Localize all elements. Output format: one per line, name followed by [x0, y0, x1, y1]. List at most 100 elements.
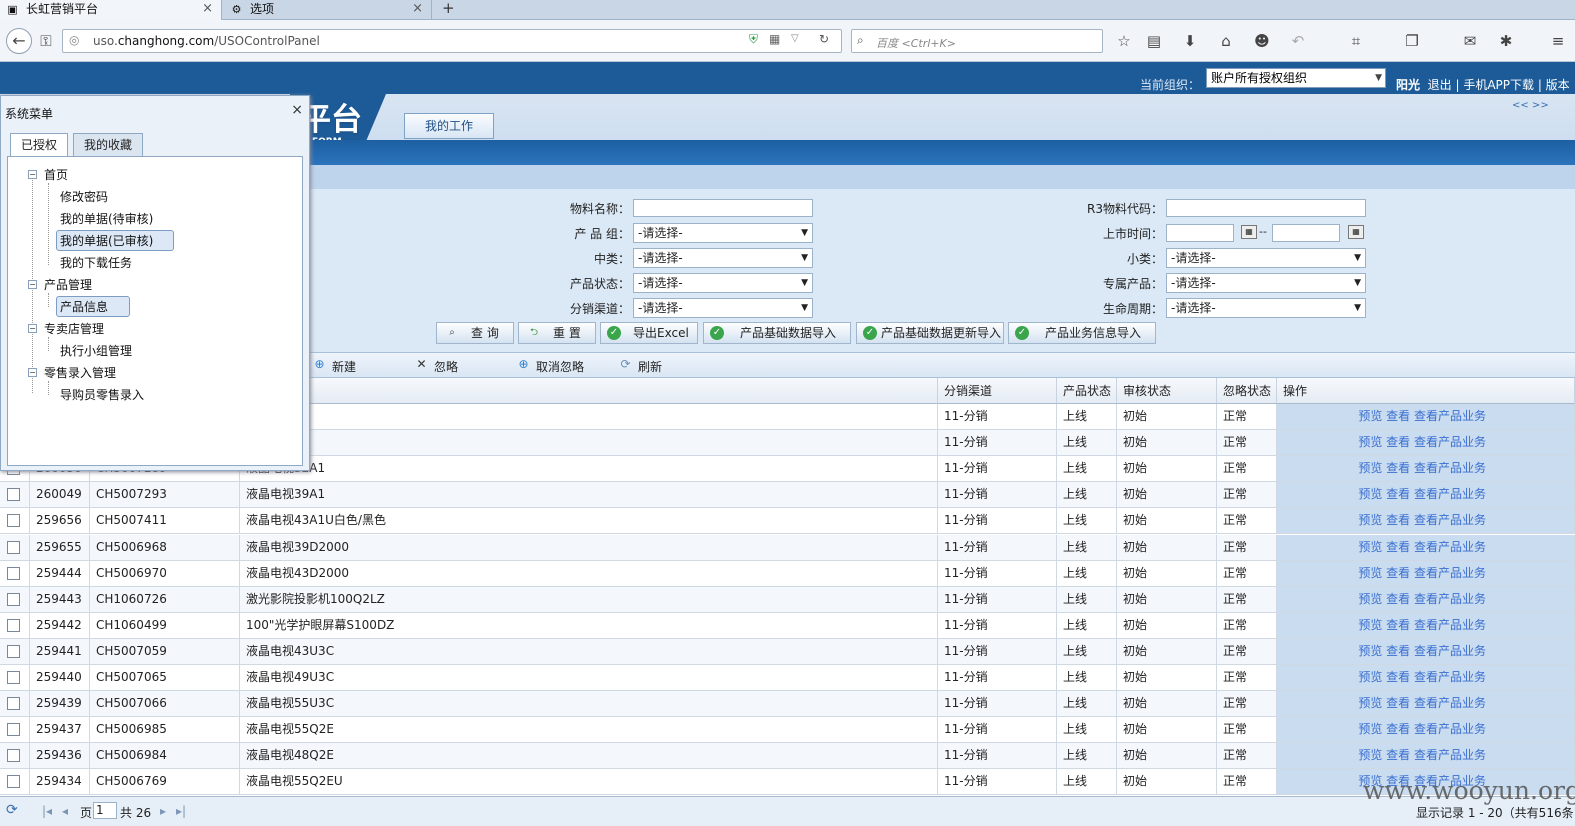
next-page-icon[interactable]: ▸: [160, 804, 166, 818]
header-channel[interactable]: 分销渠道: [938, 378, 1057, 404]
chat-icon[interactable]: ☻: [1252, 31, 1272, 51]
header-ignore-status[interactable]: 忽略状态: [1217, 378, 1277, 404]
row-operation-links[interactable]: 预览 查看 查看产品业务: [1277, 717, 1575, 744]
close-tab-icon[interactable]: ×: [202, 0, 213, 18]
tree-item-exec-group[interactable]: 执行小组管理: [60, 342, 132, 359]
home-icon[interactable]: ⌂: [1216, 31, 1236, 51]
row-checkbox[interactable]: [7, 697, 20, 711]
import-business-info-button[interactable]: ✓ 产品业务信息导入: [1008, 322, 1156, 344]
first-page-icon[interactable]: |◂: [42, 804, 52, 818]
download-icon[interactable]: ⬇: [1180, 31, 1200, 51]
address-bar[interactable]: ◎ uso.changhong.com/USOControlPanel ⛨ ▦ …: [62, 29, 842, 53]
dropdown-icon[interactable]: ▽: [791, 33, 799, 44]
table-row[interactable]: 259655 CH5006968 液晶电视39D2000 11-分销 上线 初始 正常 预览 …: [0, 534, 1575, 561]
header-audit-status[interactable]: 审核状态: [1117, 378, 1217, 404]
tree-item-change-password[interactable]: 修改密码: [60, 188, 108, 205]
launch-time-start[interactable]: [1166, 224, 1234, 242]
close-tab-icon[interactable]: ×: [412, 0, 423, 18]
export-excel-button[interactable]: ✓ 导出Excel: [600, 322, 698, 344]
product-group-select[interactable]: -请选择- ▼: [633, 223, 813, 243]
browser-tab-active[interactable]: ▣ 长虹营销平台 ×: [0, 0, 222, 20]
prev-page-icon[interactable]: ◂: [62, 804, 68, 818]
row-operation-links[interactable]: 预览 查看 查看产品业务: [1277, 691, 1575, 718]
row-checkbox[interactable]: [7, 775, 20, 789]
table-row[interactable]: 259443 CH1060726 激光影院投影机100Q2LZ 11-分销 上线 初始 正常…: [0, 586, 1575, 613]
table-row[interactable]: 259441 CH5007059 液晶电视43U3C 11-分销 上线 初始 正常 预览 查看…: [0, 638, 1575, 665]
r3-code-input[interactable]: [1166, 199, 1366, 217]
row-checkbox[interactable]: [7, 592, 20, 606]
calendar-icon[interactable]: ▦: [1348, 225, 1364, 239]
menu-icon[interactable]: ≡: [1548, 31, 1568, 51]
search-bar[interactable]: ⌕ 百度 <Ctrl+K>: [851, 29, 1103, 53]
cancel-ignore-button[interactable]: ⊕ 取消忽略: [516, 357, 584, 375]
table-row[interactable]: 259439 CH5007066 液晶电视55U3C 11-分销 上线 初始 正常 预览 查看…: [0, 691, 1575, 718]
back-button[interactable]: ←: [6, 28, 32, 54]
table-row[interactable]: 259437 CH5006985 液晶电视55Q2E 11-分销 上线 初始 正常 预览 查看…: [0, 717, 1575, 744]
tree-item-home[interactable]: 首页: [44, 166, 68, 183]
collapse-icon[interactable]: −: [28, 280, 37, 289]
new-button[interactable]: ⊕ 新建: [312, 357, 356, 375]
tree-item-product-mgmt[interactable]: 产品管理: [44, 276, 92, 293]
tree-item-approved-docs[interactable]: 我的单据(已审核): [56, 230, 174, 251]
row-operation-links[interactable]: 预览 查看 查看产品业务: [1277, 665, 1575, 691]
reset-button[interactable]: ⮌ 重 置: [518, 322, 596, 344]
row-checkbox[interactable]: [7, 671, 20, 684]
import-basic-data-button[interactable]: ✓ 产品基础数据导入: [703, 322, 851, 344]
import-update-data-button[interactable]: ✓ 产品基础数据更新导入: [856, 322, 1004, 344]
query-button[interactable]: ⌕ 查 询: [436, 322, 514, 344]
row-operation-links[interactable]: 预览 查看 查看产品业务: [1277, 430, 1575, 457]
key-icon[interactable]: ⚿: [36, 31, 56, 51]
browser-tab-options[interactable]: ⚙ 选项 ×: [224, 0, 432, 20]
qr-code-icon[interactable]: ▦: [769, 32, 780, 46]
channel-select[interactable]: -请选择- ▼: [633, 298, 813, 318]
row-checkbox[interactable]: [7, 723, 20, 737]
tree-item-download-tasks[interactable]: 我的下载任务: [60, 254, 132, 271]
table-row[interactable]: 259444 CH5006970 液晶电视43D2000 11-分销 上线 初始 正常 预览 …: [0, 560, 1575, 587]
tree-item-store-mgmt[interactable]: 专卖店管理: [44, 320, 104, 337]
row-checkbox[interactable]: [7, 540, 20, 554]
row-checkbox[interactable]: [7, 488, 20, 502]
collapse-icon[interactable]: −: [28, 170, 37, 179]
table-row[interactable]: 259440 CH5007065 液晶电视49U3C 11-分销 上线 初始 正常 预览 查看…: [0, 665, 1575, 691]
shield-icon[interactable]: ⛨: [749, 32, 758, 47]
search-input[interactable]: 百度 <Ctrl+K>: [876, 35, 956, 51]
expand-collapse-toggle[interactable]: << >>: [1512, 100, 1549, 111]
launch-time-end[interactable]: [1272, 224, 1340, 242]
mid-class-select[interactable]: -请选择- ▼: [633, 248, 813, 268]
row-checkbox[interactable]: [7, 566, 20, 580]
undo-icon[interactable]: ↶: [1288, 31, 1308, 51]
tree-item-guide-retail[interactable]: 导购员零售录入: [60, 386, 144, 403]
row-operation-links[interactable]: 预览 查看 查看产品业务: [1277, 743, 1575, 770]
row-checkbox[interactable]: [7, 514, 20, 528]
row-operation-links[interactable]: 预览 查看 查看产品业务: [1277, 560, 1575, 587]
tree-item-product-info[interactable]: 产品信息: [56, 296, 130, 317]
row-operation-links[interactable]: 预览 查看 查看产品业务: [1277, 534, 1575, 561]
tree-item-retail-entry[interactable]: 零售录入管理: [44, 364, 116, 381]
reading-list-icon[interactable]: ▤: [1144, 31, 1164, 51]
row-checkbox[interactable]: [7, 618, 20, 632]
collapse-icon[interactable]: −: [28, 368, 37, 377]
user-links[interactable]: 阳光 退出 | 手机APP下载 | 版本: [1396, 76, 1570, 93]
extension-icon[interactable]: ✱: [1496, 31, 1516, 51]
new-tab-button[interactable]: +: [442, 0, 455, 17]
crop-icon[interactable]: ⌗: [1346, 31, 1366, 51]
window-icon[interactable]: ❐: [1402, 31, 1422, 51]
row-operation-links[interactable]: 预览 查看 查看产品业务: [1277, 482, 1575, 509]
calendar-icon[interactable]: ▦: [1241, 225, 1257, 239]
table-row[interactable]: 259434 CH5006769 液晶电视55Q2EU 11-分销 上线 初始 正常 预览 查…: [0, 769, 1575, 796]
org-select[interactable]: 账户所有授权组织 ▼: [1206, 68, 1386, 88]
tab-favorites[interactable]: 我的收藏: [73, 133, 143, 157]
table-row[interactable]: 259656 CH5007411 液晶电视43A1U白色/黑色 11-分销 上线 初始 正常…: [0, 508, 1575, 535]
lifecycle-select[interactable]: -请选择- ▼: [1166, 298, 1366, 318]
header-product-status[interactable]: 产品状态: [1057, 378, 1117, 404]
row-operation-links[interactable]: 预览 查看 查看产品业务: [1277, 586, 1575, 613]
page-number-input[interactable]: 1: [93, 802, 117, 819]
tree-item-pending-docs[interactable]: 我的单据(待审核): [60, 210, 153, 227]
collapse-icon[interactable]: −: [28, 324, 37, 333]
refresh-button[interactable]: ⟳ 刷新: [618, 357, 662, 375]
header-links[interactable]: 退出 | 手机APP下载 | 版本: [1428, 78, 1570, 92]
row-checkbox[interactable]: [7, 644, 20, 658]
last-page-icon[interactable]: ▸|: [176, 804, 186, 818]
table-row[interactable]: 260049 CH5007293 液晶电视39A1 11-分销 上线 初始 正常 预览 查看 …: [0, 482, 1575, 509]
material-name-input[interactable]: [633, 199, 813, 217]
